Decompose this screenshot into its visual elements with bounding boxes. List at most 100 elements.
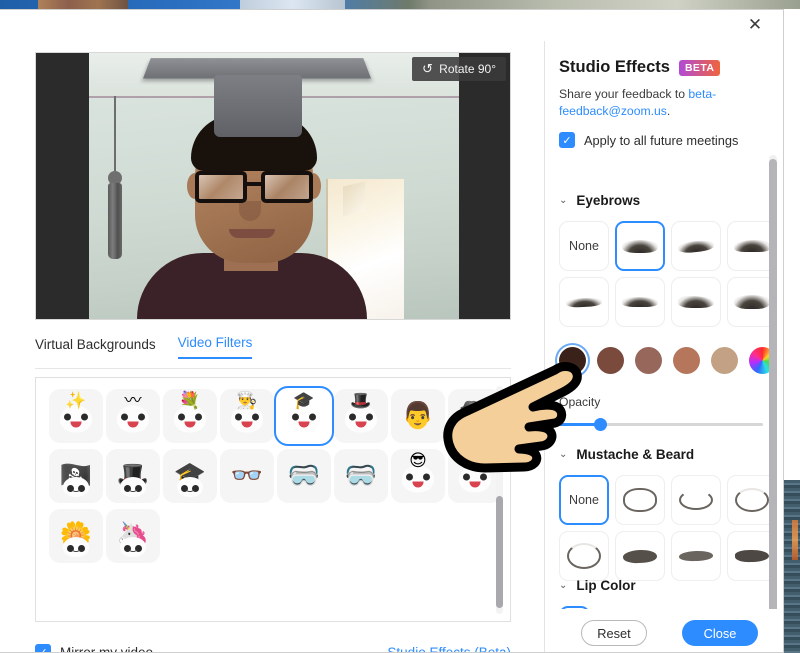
filter-tile-blonde-hair-face[interactable]: 〰 [106,389,160,443]
close-button[interactable]: Close [682,620,758,646]
cartoon-face [63,477,89,497]
eyebrow-shape-icon [678,296,714,308]
mustache-option-6[interactable] [671,531,721,581]
eyebrow-color-tan-brown[interactable] [673,347,700,374]
mustache-shape-icon [623,549,657,563]
ski-goggles-face-icon: 🥽 [345,463,377,489]
panel-scrollbar-thumb[interactable] [769,159,777,637]
filter-tile-rainbow-unicorn-face[interactable]: 🦄 [106,509,160,563]
section-header-eyebrows[interactable]: ⌄ Eyebrows [559,193,640,208]
feedback-suffix: . [667,104,670,118]
filter-tile-round-sunglasses-face[interactable]: 😎 [391,449,445,503]
filter-tile-sparkle-crown-face[interactable]: ✨ [49,389,103,443]
filter-tile-pirate-hat-face[interactable]: 🏴‍☠ [49,449,103,503]
eyebrow-color-row [559,347,776,374]
graduation-cap-face-icon: 🎓 [293,393,314,410]
filter-tile-blue-flower-face[interactable]: 💐 [163,389,217,443]
sparkle-crown-face-icon: ✨ [65,393,86,410]
eyebrow-none-option[interactable]: None [559,221,609,271]
eyebrow-none-label: None [569,239,599,253]
mustache-none-label: None [569,493,599,507]
flower-crown-face-icon: 🌸 [464,453,485,470]
eyebrow-color-dark-brown[interactable] [559,347,586,374]
background-toolbar-icons-right [240,0,345,9]
mirror-video-label: Mirror my video [60,645,153,653]
feedback-text: Share your feedback to beta-feedback@zoo… [559,86,775,121]
filter-tile-fedora-hat-face[interactable]: 🎩 [106,449,160,503]
panel-footer: Reset Close [545,609,784,653]
settings-dialog: ✕ [0,9,784,653]
studio-effects-link[interactable]: Studio Effects (Beta) [387,645,511,653]
filter-tile-ski-goggles-face[interactable]: 🥽 [334,449,388,503]
screen: ✕ [0,0,800,653]
eyebrow-option-2[interactable] [671,221,721,271]
vr-headset-face-icon: 🥽 [288,463,320,489]
background-accent [792,520,798,560]
apply-all-row: ✓ Apply to all future meetings [559,132,738,148]
filter-tile-daisy-sun-face[interactable]: 🌼 [49,509,103,563]
mustache-face-icon: 👨 [402,403,434,429]
filter-tile-red-beret-face[interactable]: 🎩 [334,389,388,443]
rotate-90-button[interactable]: ↻ Rotate 90° [412,57,506,81]
eyebrow-shape-icon [566,297,602,308]
eyebrow-shape-icon [734,295,770,309]
chevron-down-icon: ⌄ [559,195,567,206]
video-filters-grid-container: ✨〰💐👨‍🍳🎓🎩👨🕵🏴‍☠🎩🎓👓🥽🥽😎🌸🌼🦄 [35,377,511,622]
eyebrow-shape-icon [622,297,658,307]
eyebrow-shape-icon [622,240,658,253]
beard-shape-icon [679,490,713,510]
3d-glasses-face-icon: 👓 [231,463,263,489]
glasses-bridge [247,182,263,186]
beard-shape-icon [567,543,601,569]
lens-right [261,171,313,203]
eyebrow-color-light-tan[interactable] [711,347,738,374]
eyebrow-color-mauve-brown[interactable] [635,347,662,374]
tassel-body [108,183,122,259]
filter-tile-3d-glasses-face[interactable]: 👓 [220,449,274,503]
studio-effects-header: Studio Effects BETA [559,58,720,77]
eyebrow-option-5[interactable] [615,277,665,327]
chevron-down-icon: ⌄ [559,580,567,591]
tab-virtual-backgrounds[interactable]: Virtual Backgrounds [35,337,156,359]
mirror-video-row: ✓ Mirror my video [35,644,153,653]
mustache-option-1[interactable] [615,475,665,525]
filter-tile-black-hat-bandit-face[interactable]: 🕵 [448,389,502,443]
eyebrow-option-6[interactable] [671,277,721,327]
eyebrow-color-medium-brown[interactable] [597,347,624,374]
mustache-swatch-grid: None [559,475,777,581]
apply-all-checkbox[interactable]: ✓ [559,132,575,148]
rotate-label: Rotate 90° [439,62,496,76]
section-header-lip-color[interactable]: ⌄ Lip Color [559,578,636,593]
person-mouth [229,229,275,238]
filter-tile-beret-face[interactable]: 🎓 [163,449,217,503]
filter-tile-vr-headset-face[interactable]: 🥽 [277,449,331,503]
mustache-none-option[interactable]: None [559,475,609,525]
opacity-label: Opacity [559,395,600,409]
eyebrow-option-4[interactable] [559,277,609,327]
filter-tile-flower-crown-face[interactable]: 🌸 [448,449,502,503]
section-header-mustache-beard[interactable]: ⌄ Mustache & Beard [559,447,694,462]
settings-tabs: Virtual Backgrounds Video Filters [35,335,252,359]
filter-tile-mustache-face[interactable]: 👨 [391,389,445,443]
blonde-hair-face-icon: 〰 [125,393,142,410]
mustache-option-2[interactable] [671,475,721,525]
section-title-lip-color: Lip Color [576,578,635,593]
beard-shape-icon [735,488,769,512]
mustache-option-5[interactable] [615,531,665,581]
cartoon-face [177,477,203,497]
tab-video-filters[interactable]: Video Filters [178,335,253,359]
close-icon[interactable]: ✕ [734,11,776,39]
chef-hat-face-icon: 👨‍🍳 [236,393,257,410]
mustache-option-4[interactable] [559,531,609,581]
reset-button[interactable]: Reset [581,620,647,646]
beard-shape-icon [623,488,657,512]
mirror-video-checkbox[interactable]: ✓ [35,644,51,653]
filter-tile-graduation-cap-face[interactable]: 🎓 [277,389,331,443]
eyeglasses [193,171,317,205]
filter-tile-chef-hat-face[interactable]: 👨‍🍳 [220,389,274,443]
blue-flower-face-icon: 💐 [179,393,200,410]
opacity-slider-thumb[interactable] [594,418,607,431]
opacity-slider-track[interactable] [559,423,763,426]
filter-grid-scrollbar-thumb[interactable] [496,496,503,608]
eyebrow-option-1[interactable] [615,221,665,271]
